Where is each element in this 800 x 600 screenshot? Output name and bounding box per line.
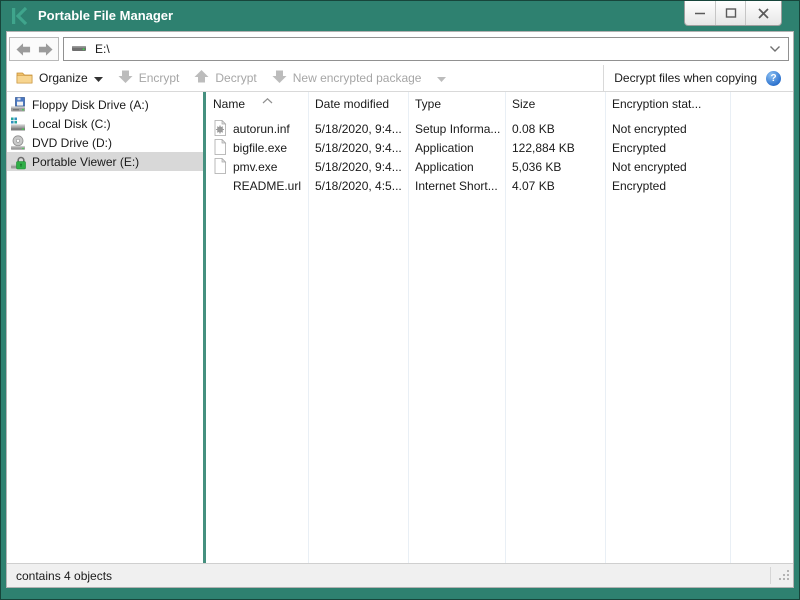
file-size: 0.08 KB	[512, 122, 555, 136]
organize-label: Organize	[39, 71, 88, 85]
file-name: autorun.inf	[233, 122, 290, 136]
local-disk-icon	[10, 116, 26, 132]
column-divider[interactable]	[730, 92, 731, 563]
floppy-drive-icon	[10, 96, 26, 113]
file-list-header: Name Date modified Type Size Encryption …	[206, 92, 793, 119]
toolbar-right: Decrypt files when copying ?	[603, 64, 784, 92]
file-type: Internet Short...	[415, 179, 498, 193]
column-header-date-modified[interactable]: Date modified	[308, 92, 408, 119]
toolbar-separator	[603, 64, 605, 92]
main-panes: Floppy Disk Drive (A:) Local Disk (C:) D…	[7, 92, 793, 563]
dvd-drive-icon	[10, 134, 26, 151]
window-title: Portable File Manager	[38, 8, 174, 23]
arrow-down-icon	[272, 69, 287, 87]
sidebar-item-label: DVD Drive (D:)	[32, 135, 112, 150]
sidebar-item-dvd-drive[interactable]: DVD Drive (D:)	[7, 133, 203, 152]
column-header-name[interactable]: Name	[206, 92, 308, 119]
file-name: pmv.exe	[233, 160, 278, 174]
maximize-button[interactable]	[715, 1, 745, 25]
file-size: 122,884 KB	[512, 141, 575, 155]
back-button[interactable]	[14, 41, 32, 57]
kaspersky-logo-icon	[11, 6, 31, 26]
chevron-down-icon[interactable]	[769, 45, 781, 53]
help-icon[interactable]: ?	[766, 70, 781, 86]
file-date: 5/18/2020, 9:4...	[315, 122, 402, 136]
file-list: Name Date modified Type Size Encryption …	[206, 92, 793, 563]
column-divider[interactable]	[308, 92, 309, 563]
column-divider[interactable]	[408, 92, 409, 563]
address-bar[interactable]: E:\	[63, 37, 789, 61]
arrow-down-icon	[118, 69, 133, 87]
file-date: 5/18/2020, 9:4...	[315, 141, 402, 155]
forward-button[interactable]	[36, 41, 54, 57]
drive-icon	[71, 41, 87, 58]
file-icon	[212, 138, 228, 155]
toolbar: Organize Encrypt Decrypt New encrypted p…	[7, 64, 793, 92]
file-icon	[212, 157, 228, 174]
caret-down-icon	[437, 71, 447, 85]
decrypt-when-copying-label: Decrypt files when copying	[614, 71, 757, 85]
file-type: Application	[415, 141, 474, 155]
file-encryption-status: Encrypted	[612, 141, 667, 155]
sidebar-item-label: Local Disk (C:)	[32, 116, 111, 131]
column-header-encryption-status[interactable]: Encryption stat...	[605, 92, 730, 119]
address-text[interactable]: E:\	[95, 42, 110, 56]
encrypt-button[interactable]: Encrypt	[118, 69, 180, 87]
file-row-bigfile[interactable]: bigfile.exe 5/18/2020, 9:4... Applicatio…	[206, 138, 793, 157]
caret-down-icon	[93, 71, 103, 85]
status-bar: contains 4 objects	[7, 563, 793, 587]
portable-file-manager-window: Portable File Manager E:\ Organize Encry…	[0, 0, 800, 600]
decrypt-button[interactable]: Decrypt	[194, 69, 257, 87]
file-name: README.url	[233, 179, 302, 193]
arrow-up-icon	[194, 69, 209, 87]
locked-drive-icon	[10, 154, 26, 170]
arrow-right-icon	[38, 42, 53, 56]
new-encrypted-package-button[interactable]: New encrypted package	[272, 69, 447, 87]
file-row-autorun[interactable]: autorun.inf 5/18/2020, 9:4... Setup Info…	[206, 119, 793, 138]
file-size: 4.07 KB	[512, 179, 555, 193]
status-bar-separator	[770, 567, 771, 584]
file-size: 5,036 KB	[512, 160, 562, 174]
close-button[interactable]	[745, 1, 781, 25]
file-type: Setup Informa...	[415, 122, 501, 136]
column-divider[interactable]	[605, 92, 606, 563]
file-date: 5/18/2020, 4:5...	[315, 179, 402, 193]
status-text: contains 4 objects	[16, 568, 113, 583]
drives-sidebar: Floppy Disk Drive (A:) Local Disk (C:) D…	[7, 92, 203, 563]
organize-button[interactable]: Organize	[16, 70, 103, 87]
sidebar-item-local-disk[interactable]: Local Disk (C:)	[7, 114, 203, 133]
file-encryption-status: Encrypted	[612, 179, 667, 193]
folder-icon	[16, 70, 33, 87]
titlebar[interactable]: Portable File Manager	[1, 1, 799, 31]
column-header-size[interactable]: Size	[505, 92, 605, 119]
column-divider[interactable]	[505, 92, 506, 563]
resize-grip[interactable]	[779, 570, 790, 584]
file-encryption-status: Not encrypted	[612, 160, 687, 174]
sidebar-item-label: Portable Viewer (E:)	[32, 154, 140, 169]
sidebar-item-label: Floppy Disk Drive (A:)	[32, 97, 149, 112]
file-row-readme[interactable]: README.url 5/18/2020, 4:5... Internet Sh…	[206, 176, 793, 195]
sidebar-item-portable-viewer[interactable]: Portable Viewer (E:)	[7, 152, 203, 171]
client-area: E:\ Organize Encrypt Decrypt New encrypt…	[6, 31, 794, 588]
arrow-left-icon	[15, 42, 30, 56]
minimize-button[interactable]	[685, 1, 715, 25]
window-controls	[684, 1, 782, 26]
file-type: Application	[415, 160, 474, 174]
file-name: bigfile.exe	[233, 141, 288, 155]
sort-ascending-icon	[262, 93, 273, 107]
new-encrypted-package-label: New encrypted package	[292, 71, 422, 85]
file-encryption-status: Not encrypted	[612, 122, 687, 136]
column-header-spacer	[730, 92, 793, 119]
column-header-type[interactable]: Type	[408, 92, 505, 119]
file-row-pmv[interactable]: pmv.exe 5/18/2020, 9:4... Application 5,…	[206, 157, 793, 176]
decrypt-label: Decrypt	[215, 71, 257, 85]
nav-buttons	[9, 37, 59, 61]
file-date: 5/18/2020, 9:4...	[315, 160, 402, 174]
encrypt-label: Encrypt	[138, 71, 180, 85]
sidebar-item-floppy-drive[interactable]: Floppy Disk Drive (A:)	[7, 95, 203, 114]
setup-information-file-icon	[212, 119, 228, 136]
